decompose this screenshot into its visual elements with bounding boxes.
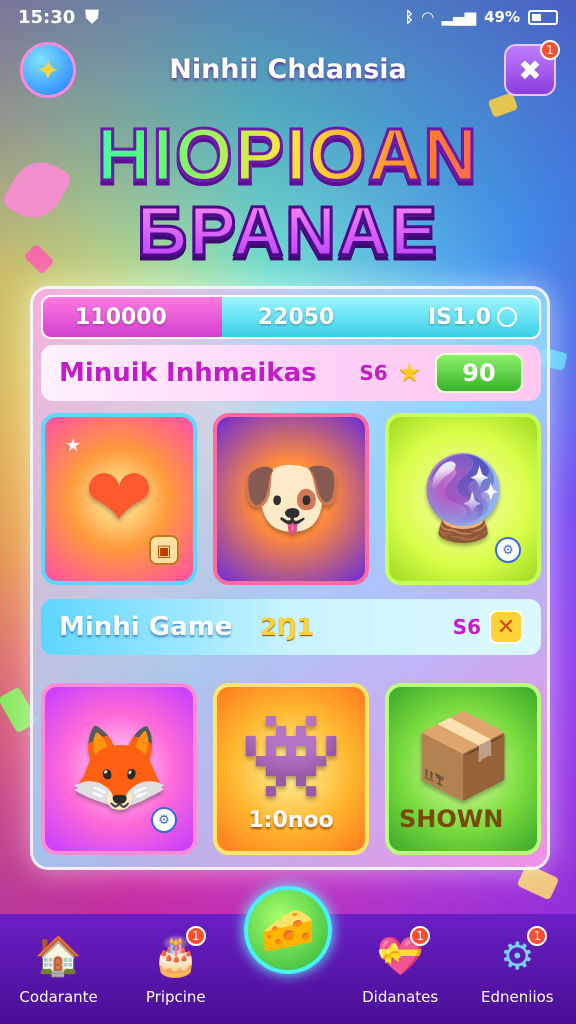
tile-label: SHOWN <box>399 805 504 833</box>
nav-label-cake: Pripcine <box>145 988 206 1006</box>
section-header-1: Minuik Inhmaikas S6 ★ 90 <box>41 345 541 401</box>
game-tile-dog[interactable]: 🐶 <box>213 413 369 585</box>
stat-left-value: 110000 <box>75 304 167 330</box>
star-icon: ★ <box>397 358 421 388</box>
game-tile-fox[interactable]: 🦊 ⚙ <box>41 683 197 855</box>
game-tile-heart[interactable]: ★ ❤ ▣ <box>41 413 197 585</box>
boy-in-box-icon: 📦 <box>411 709 515 804</box>
stats-bar: 110000 22050 IS1.0 <box>41 295 541 339</box>
logo-line-1: HIOPIOAN <box>0 116 576 193</box>
section-header-2: Minhi Game 2Ŋ1 S6 ✕ <box>41 599 541 655</box>
heart-icon: ❤ <box>84 451 154 546</box>
game-tile-box[interactable]: 📦 SHOWN <box>385 683 541 855</box>
nav-item-cake[interactable]: 🎂 1 Pripcine <box>121 926 231 1006</box>
notification-badge: 1 <box>410 926 431 946</box>
play-button[interactable]: 🧀 <box>244 886 332 974</box>
puzzle-button[interactable]: ✖ 1 <box>504 40 560 96</box>
settings-icon: ⚙ <box>495 537 521 563</box>
notification-badge: 1 <box>527 926 548 946</box>
notification-badge: 1 <box>185 926 206 946</box>
heart-box-icon: 💝 1 <box>374 926 431 980</box>
nav-label-hearts: Didanates <box>362 988 439 1006</box>
status-time: 15:30 <box>18 6 76 28</box>
battery-icon <box>528 9 558 25</box>
main-panel: 110000 22050 IS1.0 Minuik Inhmaikas S6 ★… <box>30 286 550 870</box>
game-tile-monster[interactable]: 👾 1:0noo <box>213 683 369 855</box>
top-header: ✦ Ninhii Chdansia ✖ 1 <box>0 40 576 100</box>
section-2-meta: 2Ŋ1 <box>260 613 314 641</box>
box-icon: ▣ <box>149 535 179 565</box>
settings-icon: ⚙ <box>151 807 177 833</box>
nav-item-hearts[interactable]: 💝 1 Didanates <box>345 926 455 1006</box>
page-title: Ninhii Chdansia <box>169 54 407 85</box>
stat-left: 110000 <box>43 297 223 337</box>
dog-character-icon: 🐶 <box>239 451 343 546</box>
home-icon: 🏠 <box>33 932 85 980</box>
notification-badge: 1 <box>540 40 560 60</box>
fox-character-icon: 🦊 <box>67 721 171 816</box>
cake-icon: 🎂 1 <box>150 926 206 980</box>
tile-label: 1:0noo <box>248 808 334 833</box>
signal-icon: ▂▄▆ <box>441 8 477 26</box>
battery-percent: 49% <box>484 8 520 26</box>
stat-right-value: IS1.0 <box>427 304 491 330</box>
section-1-meta: S6 <box>359 361 388 385</box>
section-1-title: Minuik Inhmaikas <box>59 358 317 388</box>
close-button[interactable]: ✕ <box>489 610 523 644</box>
coin-icon <box>496 307 517 327</box>
nav-item-settings[interactable]: ⚙ 1 Edneniios <box>462 926 572 1006</box>
gear-icon: ⚙ 1 <box>491 926 548 980</box>
game-tile-orb[interactable]: 🔮 ⚙ <box>385 413 541 585</box>
nav-label-home: Codarante <box>19 988 98 1006</box>
game-logo: HIOPIOAN БPANAE <box>0 116 576 268</box>
bottom-nav: 🏠 Codarante 🎂 1 Pripcine 💝 1 Didanates ⚙ 1 … <box>0 886 576 1024</box>
nav-label-settings: Edneniios <box>481 988 554 1006</box>
status-bar: 15:30 ⛊ ᛒ ◠ ▂▄▆ 49% <box>0 0 576 34</box>
section-2-meta-2: S6 <box>452 615 481 639</box>
stat-right: IS1.0 <box>369 297 539 337</box>
shield-icon: ⛊ <box>85 6 99 28</box>
nav-item-home[interactable]: 🏠 Codarante <box>4 932 114 1007</box>
stat-middle-value: 22050 <box>257 304 335 330</box>
tile-row-1: ★ ❤ ▣ 🐶 🔮 ⚙ <box>41 413 541 585</box>
bluetooth-icon: ᛒ <box>404 8 414 26</box>
puzzle-icon: ✖ <box>518 53 542 87</box>
cheese-icon: 🧀 <box>260 905 316 956</box>
stat-middle: 22050 <box>222 297 370 337</box>
tile-row-2: 🦊 ⚙ 👾 1:0noo 📦 SHOWN <box>41 683 541 855</box>
logo-line-2: БPANAE <box>0 195 576 268</box>
section-1-button[interactable]: 90 <box>435 353 523 393</box>
sparkle-icon: ★ <box>65 435 82 456</box>
purple-orb-icon: 🔮 <box>411 451 515 546</box>
pink-monster-icon: 👾 <box>239 709 343 804</box>
home-glyph: 🏠 <box>34 933 83 978</box>
wifi-icon: ◠ <box>421 8 434 26</box>
close-icon: ✕ <box>496 614 516 640</box>
section-2-title: Minhi Game <box>59 612 233 642</box>
